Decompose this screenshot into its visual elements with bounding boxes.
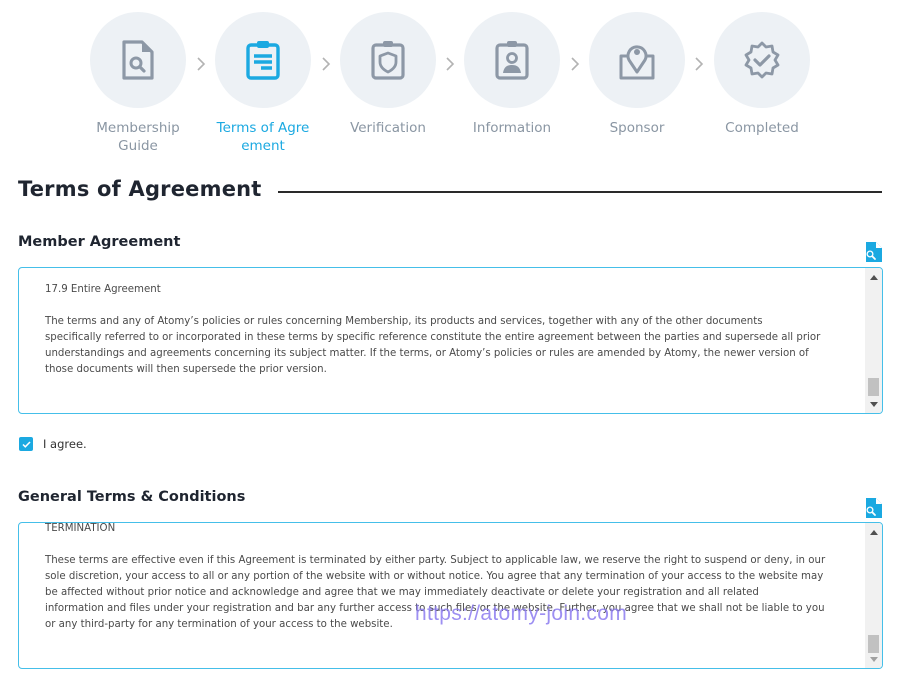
- document-search-icon: [122, 40, 154, 80]
- badge-check-icon: [744, 41, 780, 79]
- step-membership-guide: Membership Guide: [90, 12, 186, 155]
- terms-line: information and files under your registr…: [45, 603, 825, 614]
- terms-line: sole discretion, your access to all or a…: [45, 571, 824, 582]
- id-badge-icon: [495, 41, 529, 80]
- chevron-right-icon: [321, 56, 331, 71]
- general-terms-text: TERMINATION These terms are effective ev…: [45, 523, 842, 633]
- step-label: Completed: [725, 120, 799, 136]
- agree-checkbox-row[interactable]: I agree.: [19, 437, 87, 451]
- chevron-right-icon: [570, 56, 580, 71]
- page-title: Terms of Agreement: [18, 177, 262, 201]
- agreement-line: those documents will then supersede the …: [45, 364, 327, 375]
- terms-line: These terms are effective even if this A…: [45, 555, 826, 566]
- member-agreement-textbox[interactable]: 17.9 Entire Agreement The terms and any …: [18, 267, 883, 414]
- signup-stepper: Membership Guide Terms of Agre ement Ver…: [90, 12, 810, 157]
- step-sponsor: Sponsor: [589, 12, 685, 137]
- step-verification: Verification: [340, 12, 436, 137]
- agreement-line: specifically referred to or incorporated…: [45, 332, 821, 343]
- terms-line: or any third-party for any termination o…: [45, 619, 393, 630]
- chevron-right-icon: [445, 56, 455, 71]
- scroll-down-arrow-icon[interactable]: [865, 652, 882, 666]
- agreement-line: understandings and agreements concerning…: [45, 348, 809, 359]
- scroll-down-arrow-icon[interactable]: [865, 397, 882, 411]
- step-label: Terms of Agre ement: [216, 120, 310, 154]
- member-agreement-title: Member Agreement: [18, 234, 181, 250]
- general-terms-textbox[interactable]: TERMINATION These terms are effective ev…: [18, 522, 883, 669]
- agree-checkbox[interactable]: [19, 437, 33, 451]
- step-terms-of-agreement: Terms of Agre ement: [215, 12, 311, 155]
- scrollbar-thumb[interactable]: [868, 378, 879, 396]
- chevron-right-icon: [694, 56, 704, 71]
- member-agreement-text: 17.9 Entire Agreement The terms and any …: [45, 282, 842, 378]
- step-label: Membership Guide: [96, 120, 180, 154]
- general-terms-scrollbar[interactable]: [865, 523, 882, 668]
- title-divider: [278, 191, 882, 193]
- document-view-icon[interactable]: [864, 242, 882, 262]
- scroll-up-arrow-icon[interactable]: [865, 525, 882, 539]
- clipboard-shield-icon: [371, 41, 405, 80]
- clipboard-list-icon: [246, 41, 280, 80]
- step-label: Verification: [350, 120, 426, 136]
- member-agreement-scrollbar[interactable]: [865, 268, 882, 413]
- step-information: Information: [464, 12, 560, 137]
- terms-line: be affected without prior notice and ack…: [45, 587, 759, 598]
- scroll-up-arrow-icon[interactable]: [865, 270, 882, 284]
- map-pin-icon: [619, 45, 655, 80]
- agree-label: I agree.: [43, 437, 87, 451]
- step-label: Sponsor: [609, 120, 665, 136]
- chevron-right-icon: [196, 56, 206, 71]
- scrollbar-thumb[interactable]: [868, 635, 879, 653]
- general-terms-title: General Terms & Conditions: [18, 489, 246, 505]
- checkmark-icon: [21, 440, 31, 448]
- agreement-section-heading: 17.9 Entire Agreement: [45, 284, 161, 295]
- agreement-line: The terms and any of Atomy’s policies or…: [45, 316, 763, 327]
- step-label: Information: [472, 120, 552, 136]
- step-completed: Completed: [714, 12, 810, 137]
- terms-section-heading: TERMINATION: [45, 523, 116, 534]
- document-view-icon[interactable]: [864, 498, 882, 518]
